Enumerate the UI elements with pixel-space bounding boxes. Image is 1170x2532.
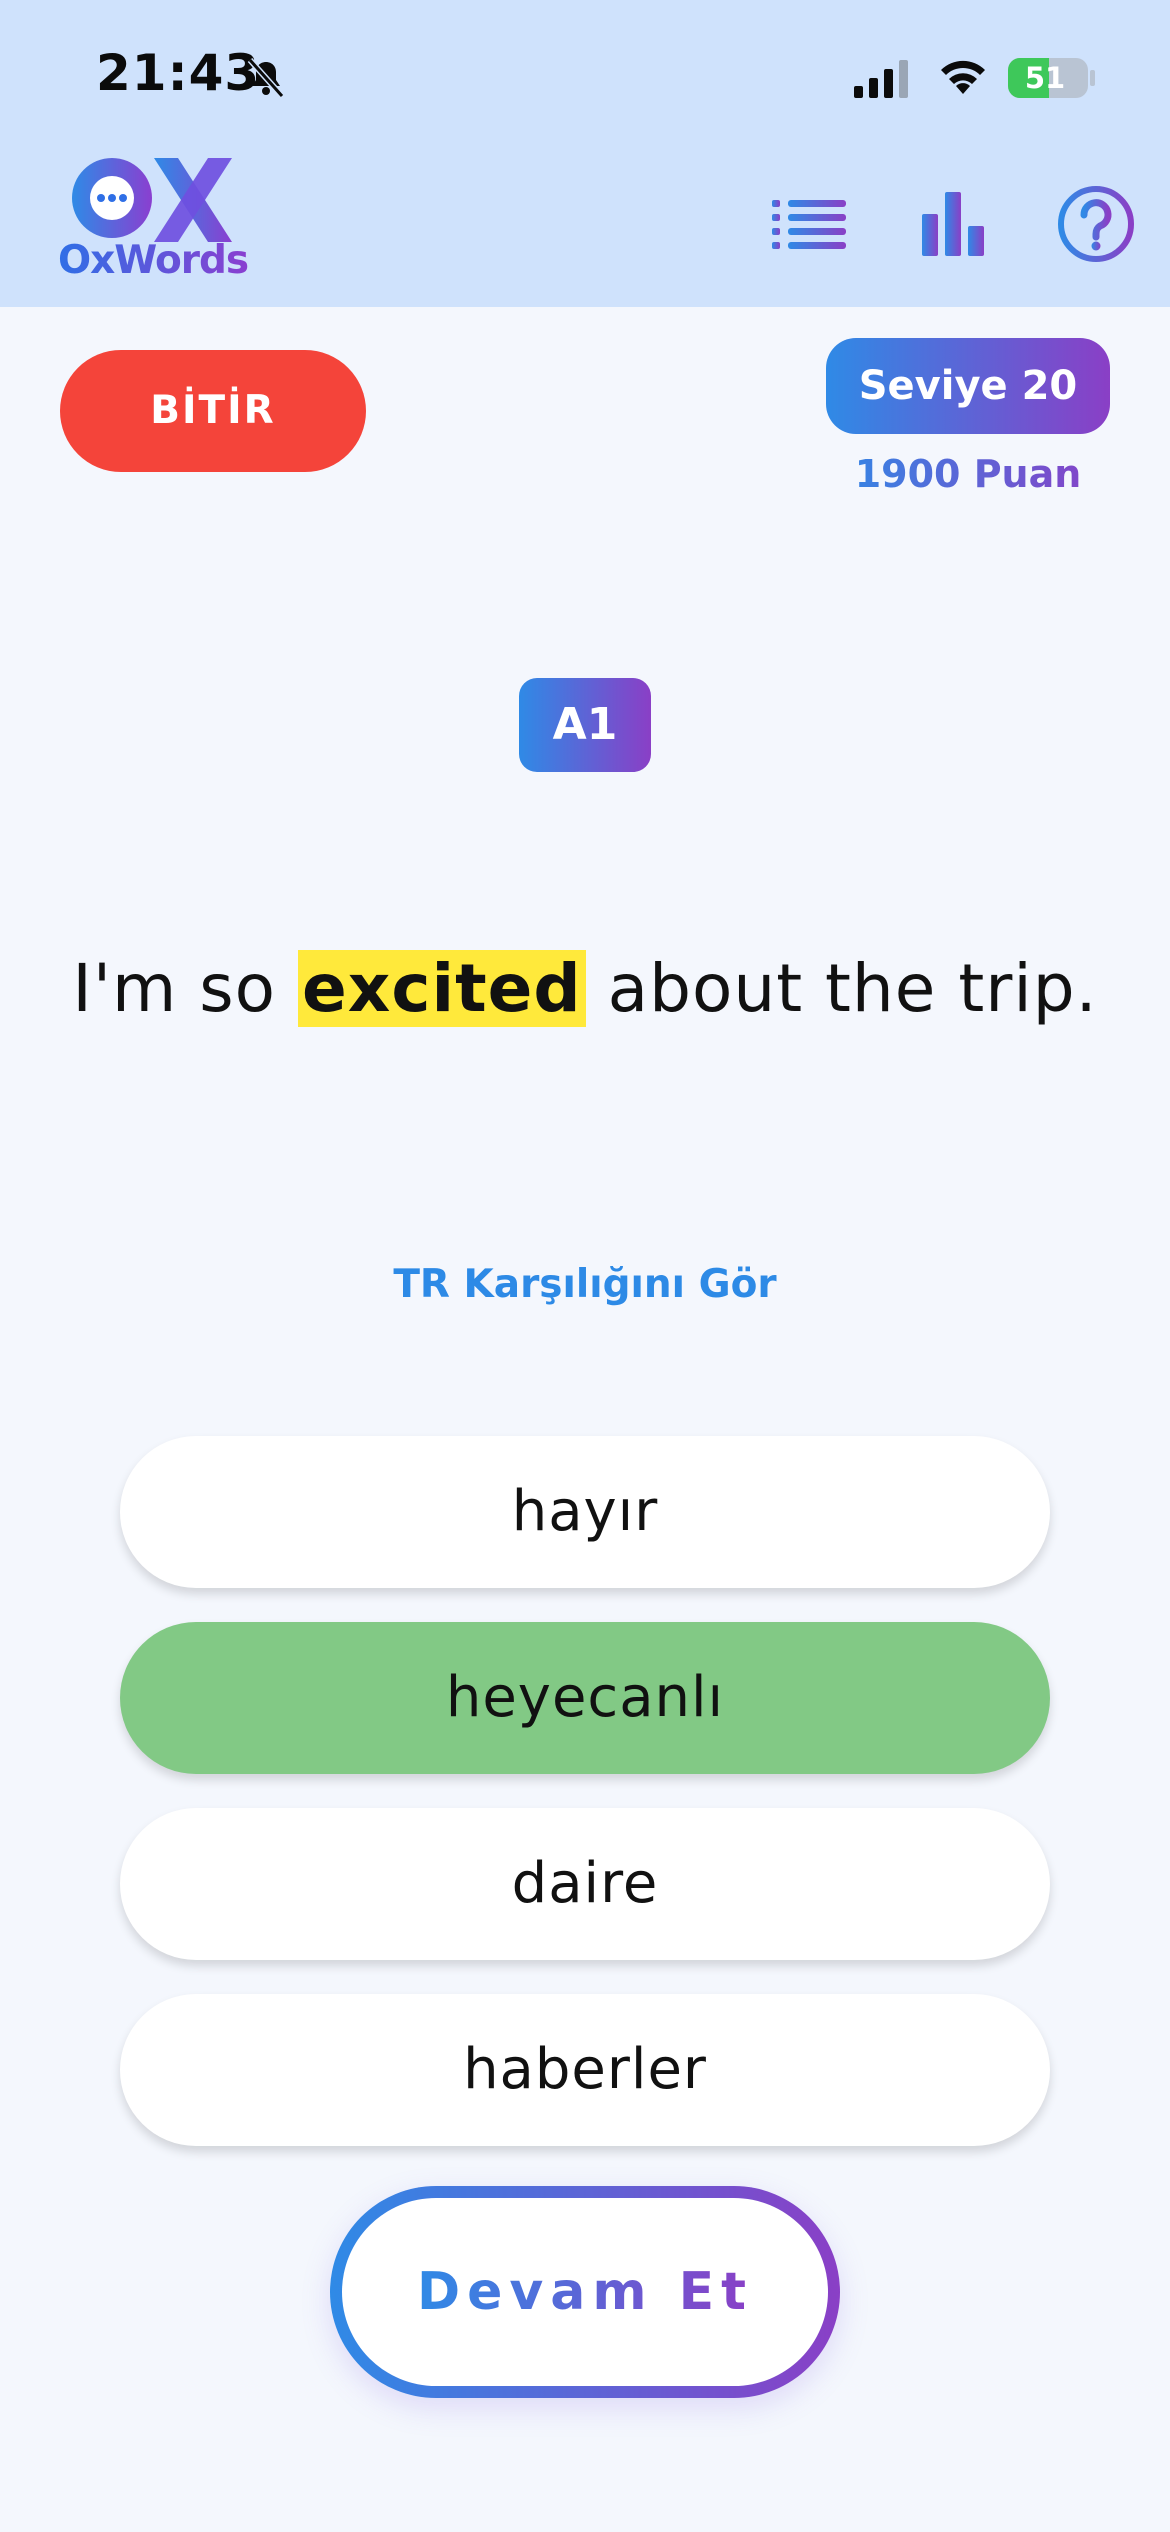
bar-chart-icon[interactable] — [920, 190, 986, 256]
points-label: 1900 Puan — [826, 452, 1110, 496]
help-icon[interactable] — [1056, 184, 1136, 264]
show-translation-link[interactable]: TR Karşılığını Gör — [0, 1262, 1170, 1307]
answer-option-4[interactable]: haberler — [120, 1994, 1050, 2146]
app-header: 21:43 51 OxWords — [0, 0, 1170, 307]
target-word: excited — [298, 950, 586, 1027]
sentence-after: about the trip. — [585, 950, 1098, 1027]
cefr-level-badge: A1 — [519, 678, 651, 772]
wifi-icon — [941, 60, 985, 94]
continue-label: Devam Et — [416, 2262, 754, 2322]
continue-button[interactable]: Devam Et — [330, 2186, 840, 2398]
oxwords-logo-icon — [72, 158, 232, 242]
list-icon[interactable] — [772, 196, 846, 250]
cellular-signal-icon — [854, 60, 908, 98]
level-badge: Seviye 20 — [826, 338, 1110, 434]
bell-muted-icon — [247, 58, 285, 98]
status-time: 21:43 — [96, 44, 261, 102]
example-sentence: I'm so excited about the trip. — [0, 950, 1170, 1027]
finish-button[interactable]: BİTİR — [60, 350, 366, 472]
battery-tip — [1090, 70, 1095, 86]
answer-option-3[interactable]: daire — [120, 1808, 1050, 1960]
logo-wordmark: OxWords — [58, 238, 249, 283]
battery-percentage: 51 — [1024, 61, 1066, 95]
battery-indicator: 51 — [1008, 58, 1088, 98]
answer-option-2[interactable]: heyecanlı — [120, 1622, 1050, 1774]
continue-button-inner: Devam Et — [342, 2198, 828, 2386]
answer-option-1[interactable]: hayır — [120, 1436, 1050, 1588]
sentence-before: I'm so — [72, 950, 299, 1027]
